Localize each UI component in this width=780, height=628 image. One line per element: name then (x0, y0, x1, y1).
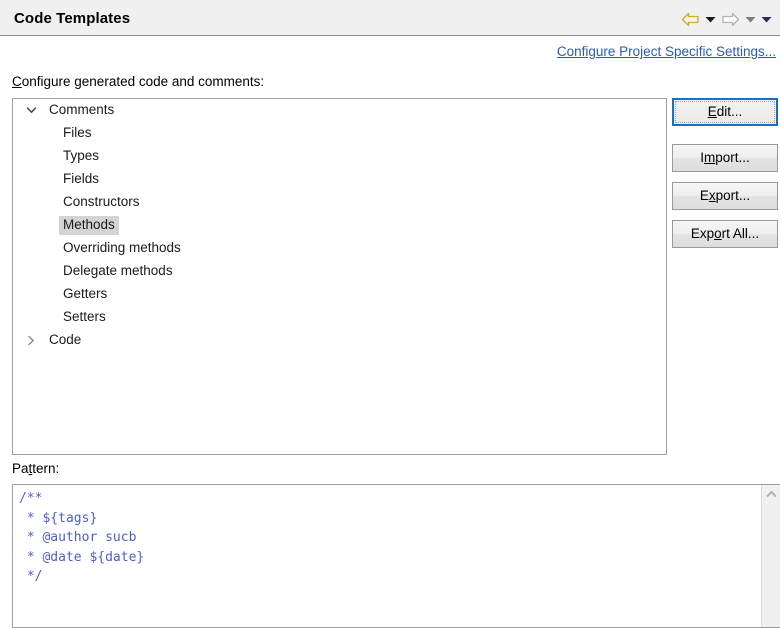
tree-item-methods[interactable]: Methods (13, 214, 666, 237)
pattern-code-text[interactable]: /** * ${tags} * @author sucb * @date ${d… (13, 485, 760, 627)
tree-item-overriding-methods[interactable]: Overriding methods (13, 237, 666, 260)
forward-arrow-glyph (721, 12, 739, 26)
export-all-button-mnemonic: o (714, 226, 722, 241)
section-label-mnemonic: C (12, 74, 22, 89)
edit-button-label: dit... (716, 104, 743, 119)
export-button-label-pre: E (699, 188, 709, 203)
tree-item-label: Setters (63, 309, 106, 325)
export-button-mnemonic: x (708, 188, 716, 203)
chevron-right-icon[interactable] (23, 333, 39, 349)
tree-item-label: Delegate methods (63, 263, 173, 279)
forward-arrow-icon (718, 9, 742, 29)
scroll-up-arrow-glyph (766, 490, 777, 497)
tree-item-constructors[interactable]: Constructors (13, 191, 666, 214)
import-button-label-post: port... (715, 150, 750, 165)
tree-item-comments[interactable]: Comments (13, 99, 666, 122)
export-all-button-label-post: rt All... (721, 226, 760, 241)
import-button[interactable]: Import... (672, 144, 778, 172)
export-all-button[interactable]: Export All... (672, 220, 778, 248)
caret-down-glyph (705, 16, 715, 22)
tree-item-label: Constructors (63, 194, 140, 210)
menu-dropdown-caret-icon[interactable] (758, 9, 774, 29)
tree-item-delegate-methods[interactable]: Delegate methods (13, 260, 666, 283)
tree-item-label: Files (63, 125, 92, 141)
pattern-label-post: tern: (32, 461, 60, 476)
back-arrow-glyph (681, 12, 699, 26)
section-label-rest: onfigure generated code and comments: (21, 74, 265, 89)
button-column: Edit... Import... Export... Export All..… (672, 98, 778, 258)
import-button-mnemonic: m (704, 150, 716, 165)
page-title: Code Templates (14, 10, 131, 27)
tree-item-files[interactable]: Files (13, 122, 666, 145)
chevron-down-icon[interactable] (23, 103, 39, 119)
tree-item-label: Fields (63, 171, 100, 187)
project-settings-link-row: Configure Project Specific Settings... (0, 44, 780, 59)
button-gap (672, 136, 778, 144)
back-arrow-icon[interactable] (678, 9, 702, 29)
tree-item-label: Overriding methods (63, 240, 181, 256)
pattern-label: Pattern: (12, 461, 59, 476)
tree-item-label: Code (49, 332, 82, 348)
navigation-toolbar (678, 9, 774, 29)
tree-item-types[interactable]: Types (13, 145, 666, 168)
tree-item-label: Comments (49, 102, 115, 118)
tree-item-getters[interactable]: Getters (13, 283, 666, 306)
tree-body: Comments Files Types Fields Constructors Meth… (13, 99, 666, 352)
pattern-vertical-scrollbar[interactable] (761, 485, 780, 627)
templates-tree[interactable]: Comments Files Types Fields Constructors Meth… (12, 98, 667, 455)
back-dropdown-caret-icon[interactable] (702, 9, 718, 29)
configure-project-specific-settings-link[interactable]: Configure Project Specific Settings... (557, 44, 776, 59)
pattern-panel: /** * ${tags} * @author sucb * @date ${d… (12, 484, 780, 628)
forward-dropdown-caret-icon (742, 9, 758, 29)
caret-down-glyph (745, 16, 755, 22)
tree-item-label: Methods (59, 216, 119, 235)
pattern-label-pre: Pa (12, 461, 29, 476)
scroll-up-arrow-icon[interactable] (762, 485, 780, 502)
edit-button-mnemonic: E (707, 104, 717, 119)
export-button-label-post: port... (715, 188, 751, 203)
export-all-button-label-pre: Exp (690, 226, 715, 241)
tree-item-code[interactable]: Code (13, 329, 666, 352)
tree-item-setters[interactable]: Setters (13, 306, 666, 329)
tree-item-label: Getters (63, 286, 108, 302)
edit-button[interactable]: Edit... (672, 98, 778, 126)
dialog-header: Code Templates (0, 0, 780, 36)
caret-down-glyph (761, 16, 771, 22)
section-label: Configure generated code and comments: (12, 74, 264, 89)
tree-item-label: Types (63, 148, 100, 164)
tree-item-fields[interactable]: Fields (13, 168, 666, 191)
export-button[interactable]: Export... (672, 182, 778, 210)
